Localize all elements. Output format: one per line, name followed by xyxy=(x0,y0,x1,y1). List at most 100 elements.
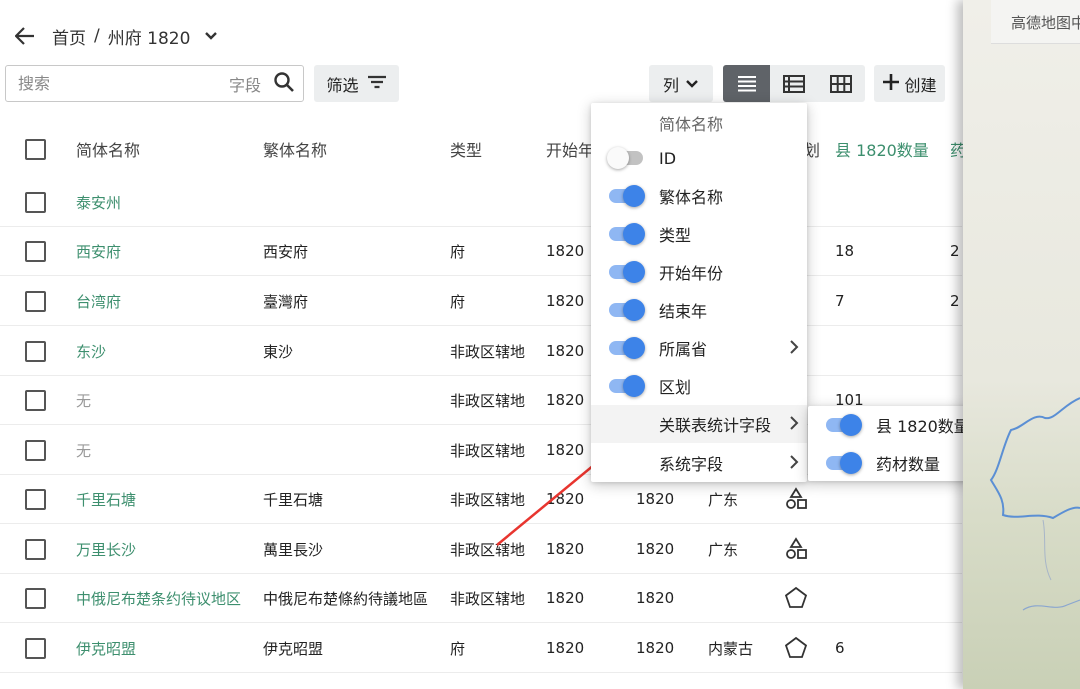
table-header: 简体名称 繁体名称 类型 开始年 划 县 1820数量 药 xyxy=(0,125,966,173)
name-cell[interactable]: 无 xyxy=(76,390,91,411)
start-year-cell: 1820 xyxy=(546,639,585,657)
create-button[interactable]: 创建 xyxy=(874,65,945,102)
province-cell: 内蒙古 xyxy=(708,639,754,658)
type-cell: 府 xyxy=(450,292,466,311)
column-toggle-label: 类型 xyxy=(659,226,692,245)
search-icon[interactable] xyxy=(273,71,295,97)
back-arrow-icon[interactable] xyxy=(12,23,38,49)
table-row[interactable]: 万里长沙 萬里長沙 非政区辖地 1820 1820 广东 xyxy=(0,525,962,574)
breadcrumb: 首页 / 州府 1820 xyxy=(12,22,218,50)
column-toggle-item[interactable]: ID xyxy=(591,139,807,177)
breadcrumb-current: 州府 1820 xyxy=(107,28,191,49)
header-type[interactable]: 类型 xyxy=(450,137,482,161)
column-toggle-item[interactable]: 结束年 xyxy=(591,291,807,329)
column-toggle-item[interactable]: 区划 xyxy=(591,367,807,405)
toggle-switch[interactable] xyxy=(609,299,645,321)
start-year-cell: 1820 xyxy=(546,490,585,508)
stat-field-label: 药材数量 xyxy=(876,455,941,474)
type-cell: 非政区辖地 xyxy=(450,441,526,460)
county-count-cell: 6 xyxy=(835,639,845,657)
type-cell: 府 xyxy=(450,639,466,658)
table-row[interactable]: 伊克昭盟 伊克昭盟 府 1820 1820 内蒙古 6 xyxy=(0,624,962,673)
traditional-name-cell: 臺灣府 xyxy=(263,292,309,311)
start-year-cell: 1820 xyxy=(546,242,585,260)
name-cell[interactable]: 千里石塘 xyxy=(76,489,136,510)
search-input[interactable] xyxy=(18,74,229,93)
start-year-cell: 1820 xyxy=(546,342,585,360)
menu-group-label: 关联表统计字段 xyxy=(659,416,772,435)
row-checkbox[interactable] xyxy=(25,340,46,362)
toggle-switch[interactable] xyxy=(609,337,645,359)
column-toggle-item[interactable]: 繁体名称 xyxy=(591,177,807,215)
shapes-icon xyxy=(784,487,808,515)
select-all-checkbox[interactable] xyxy=(25,138,46,160)
map-panel[interactable]: 高德地图中 xyxy=(963,0,1080,689)
chevron-down-icon[interactable] xyxy=(204,31,218,41)
column-toggle-item[interactable]: 类型 xyxy=(591,215,807,253)
column-toggle-item[interactable]: 开始年份 xyxy=(591,253,807,291)
name-cell[interactable]: 东沙 xyxy=(76,341,106,362)
toggle-switch[interactable] xyxy=(609,223,645,245)
name-cell[interactable]: 台湾府 xyxy=(76,291,121,312)
row-checkbox[interactable] xyxy=(25,240,46,262)
column-toggle-label: ID xyxy=(659,148,677,168)
column-toggle-item[interactable]: 所属省 xyxy=(591,329,807,367)
header-start-year[interactable]: 开始年 xyxy=(546,137,594,161)
name-cell[interactable]: 西安府 xyxy=(76,241,121,262)
type-cell: 非政区辖地 xyxy=(450,342,526,361)
table-row[interactable]: 西安府 西安府 府 1820 18 2 xyxy=(0,227,962,276)
menu-group-system-fields[interactable]: 系统字段 xyxy=(591,444,807,482)
table-row[interactable]: 泰安州 xyxy=(0,178,962,227)
name-cell[interactable]: 伊克昭盟 xyxy=(76,638,136,659)
name-cell[interactable]: 万里长沙 xyxy=(76,539,136,560)
search-field-selector[interactable]: 字段 xyxy=(229,72,261,96)
columns-button[interactable]: 列 xyxy=(649,65,713,102)
column-toggle-label: 开始年份 xyxy=(659,264,724,283)
name-cell[interactable]: 中俄尼布楚条约待议地区 xyxy=(76,588,241,609)
name-cell[interactable]: 无 xyxy=(76,440,91,461)
toggle-switch[interactable] xyxy=(609,185,645,207)
traditional-name-cell: 萬里長沙 xyxy=(263,540,324,559)
detail-view-icon[interactable] xyxy=(770,65,818,102)
row-checkbox[interactable] xyxy=(25,439,46,461)
header-simplified-name[interactable]: 简体名称 xyxy=(76,137,140,161)
table-row[interactable]: 东沙 東沙 非政区辖地 1820 xyxy=(0,327,962,376)
list-view-icon[interactable] xyxy=(723,65,771,102)
filter-button[interactable]: 筛选 xyxy=(314,65,399,102)
name-cell[interactable]: 泰安州 xyxy=(76,192,121,213)
row-checkbox[interactable] xyxy=(25,191,46,213)
header-county-count[interactable]: 县 1820数量 xyxy=(835,137,929,161)
type-cell: 非政区辖地 xyxy=(450,589,526,608)
toggle-switch[interactable] xyxy=(826,452,862,474)
table-row[interactable]: 台湾府 臺灣府 府 1820 7 2 xyxy=(0,277,962,326)
breadcrumb-home[interactable]: 首页 xyxy=(52,24,86,49)
row-checkbox[interactable] xyxy=(25,637,46,659)
toggle-switch[interactable] xyxy=(607,147,643,169)
chevron-down-icon xyxy=(685,74,699,93)
chevron-right-icon xyxy=(789,339,799,359)
column-toggle-label: 区划 xyxy=(659,378,692,397)
row-checkbox[interactable] xyxy=(25,587,46,609)
row-checkbox[interactable] xyxy=(25,290,46,312)
end-year-cell: 1820 xyxy=(636,540,675,558)
table-row[interactable]: 中俄尼布楚条约待议地区 中俄尼布楚條約待議地區 非政区辖地 1820 1820 xyxy=(0,574,962,623)
plus-icon xyxy=(882,73,900,95)
menu-group-related-stats[interactable]: 关联表统计字段 xyxy=(591,405,807,443)
row-checkbox[interactable] xyxy=(25,538,46,560)
header-traditional-name[interactable]: 繁体名称 xyxy=(263,137,327,161)
row-checkbox[interactable] xyxy=(25,389,46,411)
filter-icon xyxy=(367,74,387,94)
toggle-switch[interactable] xyxy=(609,261,645,283)
county-count-cell: 7 xyxy=(835,292,845,310)
toggle-switch[interactable] xyxy=(826,414,862,436)
column-toggle-label: 繁体名称 xyxy=(659,188,724,207)
column-toggle-label: 所属省 xyxy=(659,340,708,359)
chevron-right-icon xyxy=(789,454,799,474)
row-checkbox[interactable] xyxy=(25,488,46,510)
herb-count-cell: 2 xyxy=(950,292,960,310)
traditional-name-cell: 西安府 xyxy=(263,242,309,261)
toggle-switch[interactable] xyxy=(609,375,645,397)
herb-count-cell: 2 xyxy=(950,242,960,260)
grid-view-icon[interactable] xyxy=(817,65,865,102)
table-row[interactable]: 千里石塘 千里石塘 非政区辖地 1820 1820 广东 xyxy=(0,475,962,524)
